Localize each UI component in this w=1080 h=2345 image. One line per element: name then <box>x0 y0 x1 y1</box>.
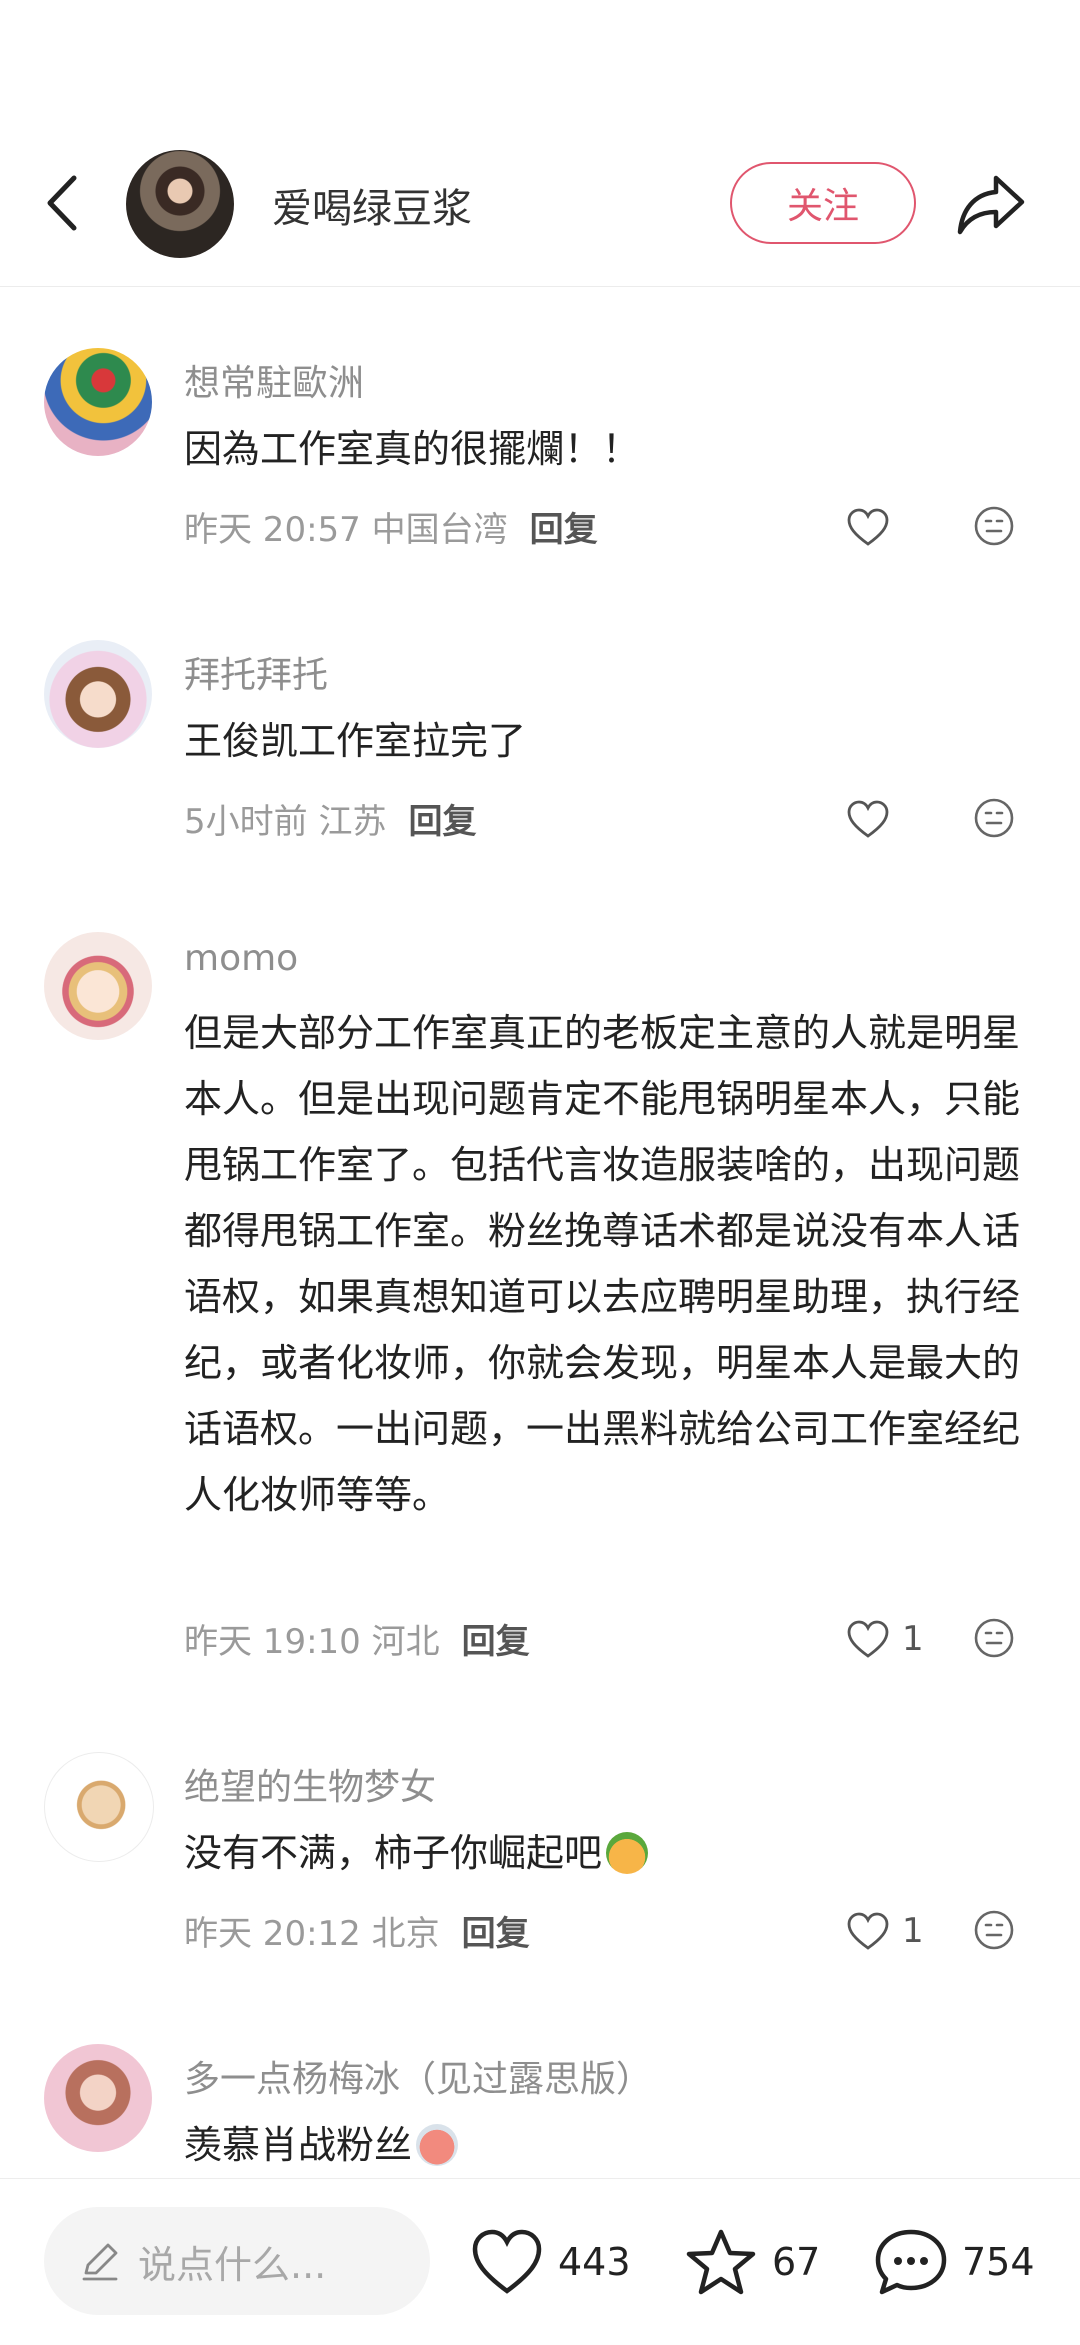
heart-icon <box>847 1912 889 1950</box>
comment-text: 羡慕肖战粉丝 <box>184 2112 1034 2178</box>
reaction-face-icon[interactable] <box>972 796 1016 840</box>
share-icon[interactable] <box>956 172 1026 236</box>
commenter-name[interactable]: 绝望的生物梦女 <box>184 1758 436 1810</box>
comment-meta: 昨天 19:10 河北 回复 <box>184 1614 530 1663</box>
follow-button[interactable]: 关注 <box>730 162 916 244</box>
back-arrow-icon[interactable] <box>38 170 88 236</box>
bottom-action-bar: 说点什么... 443 67 754 <box>0 2178 1080 2345</box>
comment-meta: 5小时前 江苏 回复 <box>184 794 476 843</box>
comment-text: 没有不满，柿子你崛起吧 <box>184 1820 1034 1886</box>
like-button[interactable]: 1 <box>846 1906 924 1956</box>
commenter-avatar[interactable] <box>44 640 152 748</box>
reply-button[interactable]: 回复 <box>408 802 476 842</box>
comment-text: 王俊凯工作室拉完了 <box>184 719 527 763</box>
comment-text: 因為工作室真的很擺爛！！ <box>184 427 641 471</box>
like-button[interactable] <box>846 794 890 844</box>
comment-time-location: 昨天 20:12 北京 <box>184 1914 440 1954</box>
commenter-avatar[interactable] <box>44 2044 152 2152</box>
reply-button[interactable]: 回复 <box>462 1622 530 1662</box>
post-like-button[interactable]: 443 <box>470 2225 631 2299</box>
crying-emoji-icon <box>416 2124 459 2166</box>
comment-input[interactable]: 说点什么... <box>44 2207 430 2315</box>
comment-meta: 昨天 20:57 中国台湾 回复 <box>184 502 598 551</box>
comment-text-content: 羡慕肖战粉丝 <box>184 2123 413 2167</box>
comment-bubble-icon <box>875 2229 947 2295</box>
heart-icon <box>847 1620 889 1658</box>
like-count: 1 <box>902 1911 924 1951</box>
comment-count: 754 <box>962 2240 1035 2284</box>
persimmon-emoji-icon <box>606 1832 649 1874</box>
like-count: 1 <box>902 1619 924 1659</box>
reply-button[interactable]: 回复 <box>462 1914 530 1954</box>
like-button[interactable]: 1 <box>846 1614 924 1664</box>
reaction-face-icon[interactable] <box>972 1908 1016 1952</box>
commenter-name[interactable]: 想常駐歐洲 <box>184 354 364 406</box>
comment-text-content: 没有不满，柿子你崛起吧 <box>184 1831 603 1875</box>
favorite-button[interactable]: 67 <box>684 2225 820 2299</box>
commenter-avatar[interactable] <box>44 348 152 456</box>
favorite-count: 67 <box>772 2240 821 2284</box>
comment-time-location: 昨天 19:10 河北 <box>184 1622 440 1662</box>
commenter-avatar[interactable] <box>44 932 152 1040</box>
commenter-avatar[interactable] <box>44 1752 154 1862</box>
commenter-name[interactable]: momo <box>184 938 298 979</box>
like-button[interactable] <box>846 502 890 552</box>
reply-button[interactable]: 回复 <box>530 510 598 550</box>
comment-time-location: 昨天 20:57 中国台湾 <box>184 510 508 550</box>
top-bar: 爱喝绿豆浆 关注 <box>0 140 1080 287</box>
author-name[interactable]: 爱喝绿豆浆 <box>272 176 472 234</box>
comment-input-placeholder: 说点什么... <box>138 2242 327 2287</box>
heart-icon <box>847 800 889 838</box>
star-icon <box>686 2229 756 2295</box>
reaction-face-icon[interactable] <box>972 1616 1016 1660</box>
commenter-name[interactable]: 多一点杨梅冰（见过露思版） <box>184 2050 652 2102</box>
comment-text: 但是大部分工作室真正的老板定主意的人就是明星本人。但是出现问题肯定不能甩锅明星本… <box>184 1011 1021 1517</box>
comment-meta: 昨天 20:12 北京 回复 <box>184 1906 530 1955</box>
pencil-icon <box>82 2243 118 2281</box>
commenter-name[interactable]: 拜托拜托 <box>184 646 328 698</box>
comment-time-location: 5小时前 江苏 <box>184 802 387 842</box>
post-like-count: 443 <box>558 2240 631 2284</box>
comment-button[interactable]: 754 <box>874 2225 1035 2299</box>
heart-icon <box>472 2229 542 2294</box>
author-avatar[interactable] <box>126 150 234 258</box>
reaction-face-icon[interactable] <box>972 504 1016 548</box>
heart-icon <box>847 508 889 546</box>
